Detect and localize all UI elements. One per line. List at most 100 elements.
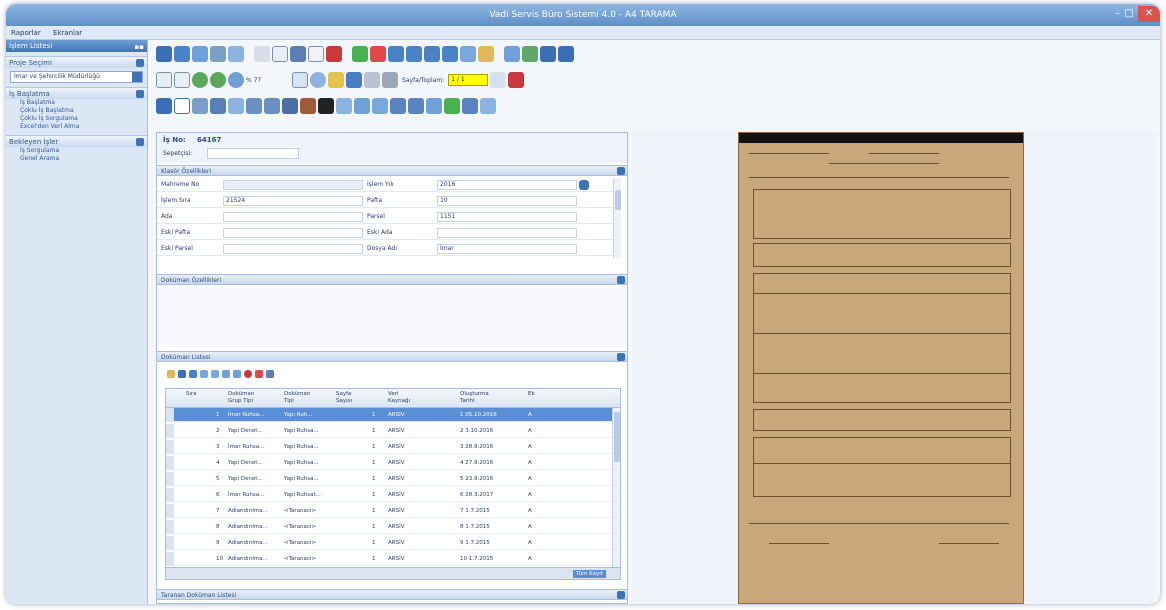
islem-sira-field[interactable]: 21524 bbox=[223, 196, 363, 206]
mahreme-no-field[interactable] bbox=[223, 180, 363, 190]
eski-ada-field[interactable] bbox=[437, 228, 577, 238]
page-add-icon[interactable] bbox=[490, 72, 507, 88]
collapse-icon[interactable] bbox=[136, 90, 144, 98]
collapse-icon[interactable] bbox=[617, 591, 625, 599]
col-dokuman-tipi[interactable]: Doküman Tipi bbox=[284, 391, 320, 405]
cursor-icon[interactable] bbox=[156, 72, 172, 88]
move-icon[interactable] bbox=[462, 98, 478, 114]
stamp-icon[interactable] bbox=[282, 98, 298, 114]
next-page-icon[interactable] bbox=[424, 46, 440, 62]
row-header[interactable] bbox=[166, 536, 174, 550]
dosya-adi-field[interactable]: İmar bbox=[437, 244, 577, 254]
pafta-field[interactable]: 10 bbox=[437, 196, 577, 206]
table-row[interactable]: 10 Adlandırılma... <Taranacı> 1 ARSİV 10 1.7.… bbox=[166, 552, 620, 566]
magnifier-icon[interactable] bbox=[310, 72, 326, 88]
row-header[interactable] bbox=[166, 472, 174, 486]
group-is-baslatma[interactable]: İş Başlatma bbox=[6, 87, 147, 99]
table-row[interactable]: 1 İmar Ruhsa... Yapı Ruh... 1 ARSİV 1 05.10.2… bbox=[166, 408, 620, 422]
parsel-field[interactable]: 1151 bbox=[437, 212, 577, 222]
rotate-icon[interactable] bbox=[156, 98, 172, 114]
row-header[interactable] bbox=[166, 408, 174, 422]
crop-icon[interactable] bbox=[210, 98, 226, 114]
despeckle-icon[interactable] bbox=[336, 98, 352, 114]
project-select[interactable]: İmar ve Şehircilik Müdürlüğü bbox=[10, 71, 143, 83]
gray-icon[interactable] bbox=[364, 72, 380, 88]
scanned-list-header[interactable]: Taranan Doküman Listesi bbox=[157, 589, 627, 600]
sepet-select[interactable] bbox=[207, 148, 299, 159]
settings-icon[interactable] bbox=[210, 46, 226, 62]
first-page-icon[interactable] bbox=[388, 46, 404, 62]
chevron-down-icon[interactable] bbox=[579, 180, 589, 190]
layout-icon[interactable] bbox=[504, 46, 520, 62]
diamond-icon[interactable] bbox=[372, 98, 388, 114]
chevron-down-icon[interactable] bbox=[132, 72, 142, 82]
document-viewer[interactable] bbox=[632, 132, 1154, 604]
text-icon[interactable] bbox=[272, 46, 288, 62]
scan-icon[interactable] bbox=[156, 46, 172, 62]
sidebar-item-coklu-is-sorgulama[interactable]: Çoklu İş Sorgulama bbox=[6, 115, 147, 123]
window-icon[interactable] bbox=[266, 370, 274, 378]
table-row[interactable]: 9 Adlandırılma... <Taranacı> 1 ARSİV 9 1.7.20… bbox=[166, 536, 620, 550]
menu-reports[interactable]: Raporlar bbox=[6, 26, 46, 40]
table-row[interactable]: 2 Yapı Denet... Yapı Ruhsa... 1 ARSİV 2 3.10.… bbox=[166, 424, 620, 438]
window-icon[interactable] bbox=[228, 46, 244, 62]
table-row[interactable]: 7 Adlandırılma... <Taranacı> 1 ARSİV 7 1.7.20… bbox=[166, 504, 620, 518]
page-counter[interactable]: 1 / 1 bbox=[448, 74, 489, 86]
collapse-icon[interactable] bbox=[617, 276, 625, 284]
adjust-icon[interactable] bbox=[328, 72, 344, 88]
sort-asc-icon[interactable] bbox=[200, 370, 208, 378]
blank-page-icon[interactable] bbox=[174, 98, 190, 114]
scan-multi-icon[interactable] bbox=[174, 46, 190, 62]
col-ek[interactable]: Ek bbox=[528, 391, 535, 398]
pin-icon[interactable]: ▪▪ bbox=[135, 41, 145, 53]
row-header[interactable] bbox=[166, 504, 174, 518]
row-header[interactable] bbox=[166, 456, 174, 470]
scanned-document-image[interactable] bbox=[738, 132, 1024, 604]
table-row[interactable]: 4 Yapı Denet... Yapı Ruhsa... 1 ARSİV 4 27.9.… bbox=[166, 456, 620, 470]
eski-parsel-field[interactable] bbox=[223, 244, 363, 254]
collapse-icon[interactable] bbox=[617, 167, 625, 175]
sidebar-item-is-baslatma[interactable]: İş Başlatma bbox=[6, 99, 147, 107]
zoom-icon[interactable] bbox=[228, 72, 244, 88]
group-bekleyen-isler[interactable]: Bekleyen İşler bbox=[6, 135, 147, 147]
row-header[interactable] bbox=[166, 520, 174, 534]
doc-list-header[interactable]: Doküman Listesi bbox=[157, 351, 627, 362]
row-header[interactable] bbox=[166, 488, 174, 502]
islem-yili-field[interactable]: 2016 bbox=[437, 180, 577, 190]
menu-screens[interactable]: Ekranlar bbox=[48, 26, 87, 40]
zoom-level[interactable]: % 77 bbox=[246, 77, 264, 84]
sidebar-item-is-sorgulama[interactable]: İş Sorgulama bbox=[6, 147, 147, 155]
open-folder-icon[interactable] bbox=[167, 370, 175, 378]
image-icon[interactable] bbox=[192, 46, 208, 62]
eski-pafta-field[interactable] bbox=[223, 228, 363, 238]
arrow-left-icon[interactable] bbox=[540, 46, 556, 62]
move-up-icon[interactable] bbox=[408, 98, 424, 114]
message-icon[interactable] bbox=[460, 46, 476, 62]
zoom-out-icon[interactable] bbox=[210, 72, 226, 88]
col-olusturma-tarihi[interactable]: Oluşturma Tarihi bbox=[460, 391, 500, 405]
page-remove-icon[interactable] bbox=[508, 72, 525, 88]
col-sira[interactable]: Sıra bbox=[186, 391, 197, 398]
frame-icon[interactable] bbox=[228, 98, 244, 114]
export-icon[interactable] bbox=[478, 46, 494, 62]
col-sayfa-sayisi[interactable]: Sayfa Sayısı bbox=[336, 391, 366, 405]
project-group[interactable]: Proje Seçimi bbox=[6, 56, 147, 68]
select-icon[interactable] bbox=[290, 46, 306, 62]
doc-props-header[interactable]: Doküman Özellikleri bbox=[157, 274, 627, 285]
grid-scrollbar[interactable] bbox=[612, 408, 620, 569]
sort-icon[interactable] bbox=[222, 370, 230, 378]
move-left-icon[interactable] bbox=[426, 98, 442, 114]
contrast-icon[interactable] bbox=[318, 98, 334, 114]
reject-icon[interactable] bbox=[370, 46, 386, 62]
border-icon[interactable] bbox=[354, 98, 370, 114]
sort-desc-icon[interactable] bbox=[211, 370, 219, 378]
collapse-icon[interactable] bbox=[617, 353, 625, 361]
table-row[interactable]: 8 Adlandırılma... <Taranacı> 1 ARSİV 8 1.7.20… bbox=[166, 520, 620, 534]
save-icon[interactable] bbox=[178, 370, 186, 378]
cut-icon[interactable] bbox=[192, 98, 208, 114]
folder-props-header[interactable]: Klasör Özellikleri bbox=[157, 165, 627, 176]
prev-page-icon[interactable] bbox=[406, 46, 422, 62]
sidebar-item-genel-arama[interactable]: Genel Arama bbox=[6, 155, 147, 163]
last-page-icon[interactable] bbox=[442, 46, 458, 62]
sidebar-item-excel-veri-alma[interactable]: Excel'den Veri Alma bbox=[6, 123, 147, 131]
